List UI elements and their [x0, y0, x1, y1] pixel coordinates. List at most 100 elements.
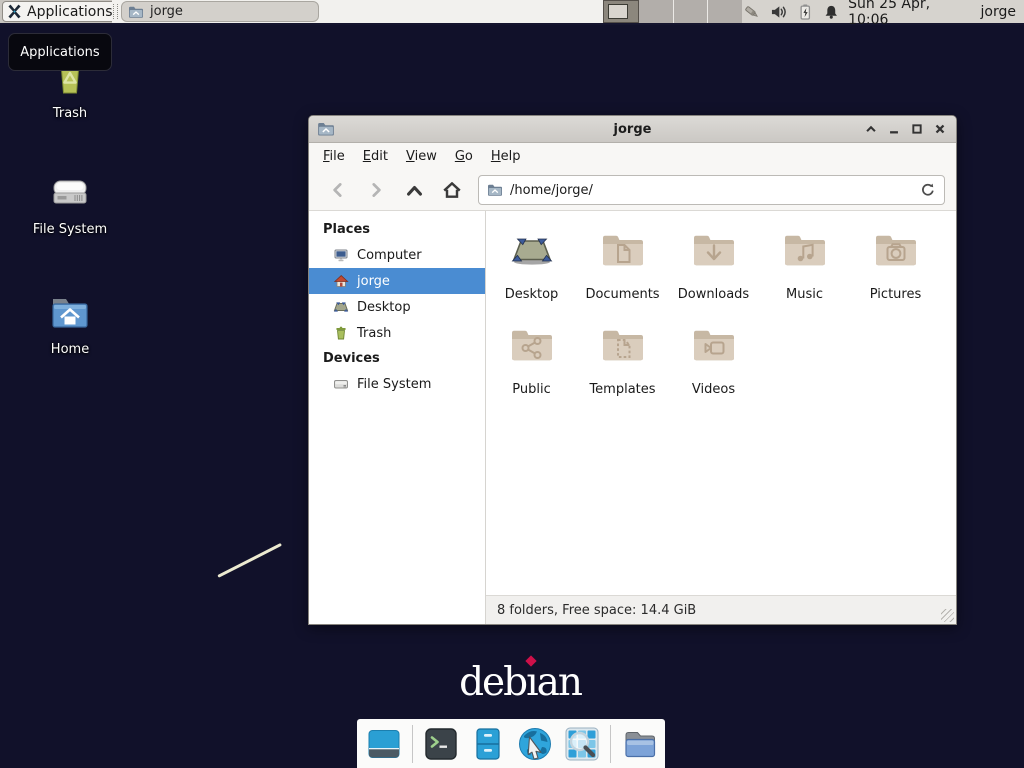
desktop-icon-label: Trash — [10, 106, 130, 121]
toolbar: /home/jorge/ — [309, 170, 956, 211]
statusbar: 8 folders, Free space: 14.4 GiB — [486, 595, 956, 624]
volume-icon[interactable] — [770, 3, 788, 21]
desktop-mini-icon — [333, 299, 349, 315]
panel-handle[interactable] — [113, 4, 118, 19]
folder-item-downloads[interactable]: Downloads — [668, 226, 759, 321]
dock — [357, 719, 665, 768]
documents-folder-icon — [599, 226, 647, 274]
battery-icon[interactable] — [797, 3, 814, 21]
folder-label: Public — [512, 382, 550, 397]
folder-item-videos[interactable]: Videos — [668, 321, 759, 416]
workspace-window-preview — [608, 4, 628, 19]
folder-label: Desktop — [505, 287, 559, 302]
bell-icon[interactable] — [823, 3, 840, 21]
file-manager-launcher[interactable] — [620, 725, 658, 763]
hard-drive-icon — [46, 168, 94, 218]
resize-grip[interactable] — [941, 609, 954, 622]
panel-clock[interactable]: Sun 25 Apr, 10:06 — [848, 0, 971, 28]
workspace-4[interactable] — [708, 0, 742, 23]
workspace-3[interactable] — [674, 0, 709, 23]
app-finder-icon — [563, 725, 601, 763]
sidebar-item-computer[interactable]: Computer — [309, 242, 485, 268]
templates-folder-icon — [599, 321, 647, 369]
folder-label: Templates — [589, 382, 655, 397]
folder-icon — [128, 4, 144, 20]
desktop-icon-label: Home — [10, 342, 130, 357]
sidebar-item-label: jorge — [357, 274, 390, 289]
forward-button[interactable] — [358, 175, 394, 205]
xfce-logo-icon — [7, 4, 22, 19]
taskbar-window-button[interactable]: jorge — [121, 1, 319, 22]
folder-item-music[interactable]: Music — [759, 226, 850, 321]
folder-item-documents[interactable]: Documents — [577, 226, 668, 321]
sidebar-item-desktop[interactable]: Desktop — [309, 294, 485, 320]
menu-view[interactable]: View — [397, 144, 446, 169]
show-desktop-button[interactable] — [365, 725, 403, 763]
desktop-icon-home[interactable]: Home — [10, 288, 130, 357]
sidebar-item-label: Trash — [357, 326, 391, 341]
sidebar-item-file-system[interactable]: File System — [309, 371, 485, 397]
workspace-1[interactable] — [603, 0, 639, 23]
folder-item-templates[interactable]: Templates — [577, 321, 668, 416]
menu-go[interactable]: Go — [446, 144, 482, 169]
pictures-folder-icon — [872, 226, 920, 274]
applications-button[interactable]: Applications — [2, 1, 121, 22]
trash-mini-icon — [333, 325, 349, 341]
sidebar-item-jorge[interactable]: jorge — [309, 268, 485, 294]
tooltip-text: Applications — [20, 45, 99, 60]
reload-icon[interactable] — [920, 182, 936, 198]
workspace-2[interactable] — [639, 0, 674, 23]
stylus-icon[interactable] — [742, 3, 761, 21]
devices-header: Devices — [309, 346, 485, 371]
folder-label: Music — [786, 287, 823, 302]
taskbar-window-label: jorge — [150, 4, 183, 19]
terminal-icon — [423, 726, 459, 762]
desktop-special-icon — [508, 226, 556, 274]
close-button[interactable] — [932, 121, 948, 137]
dock-separator — [610, 725, 611, 763]
menu-file[interactable]: File — [314, 144, 354, 169]
back-button[interactable] — [320, 175, 356, 205]
show-desktop-icon — [366, 726, 402, 762]
folder-item-pictures[interactable]: Pictures — [850, 226, 941, 321]
terminal-launcher[interactable] — [422, 725, 460, 763]
up-button[interactable] — [396, 175, 432, 205]
menu-edit[interactable]: Edit — [354, 144, 397, 169]
web-browser-launcher[interactable] — [516, 725, 554, 763]
maximize-button[interactable] — [909, 121, 925, 137]
status-text: 8 folders, Free space: 14.4 GiB — [497, 603, 696, 618]
sidebar-item-label: File System — [357, 377, 431, 392]
applications-label: Applications — [27, 4, 113, 20]
file-manager-window: jorge File Edit View Go Help — [308, 115, 957, 625]
file-view[interactable]: Desktop Documents — [486, 211, 956, 595]
debian-logo: debıan — [440, 660, 600, 705]
panel-username[interactable]: jorge — [981, 4, 1016, 20]
menu-help[interactable]: Help — [482, 144, 530, 169]
dock-separator — [412, 725, 413, 763]
path-text[interactable]: /home/jorge/ — [510, 183, 913, 198]
taskbar-segment: jorge — [112, 0, 603, 23]
debian-logo-text: an — [537, 660, 581, 705]
minimize-button[interactable] — [886, 121, 902, 137]
folder-item-public[interactable]: Public — [486, 321, 577, 416]
file-cabinet-launcher[interactable] — [469, 725, 507, 763]
folder-label: Downloads — [678, 287, 749, 302]
titlebar[interactable]: jorge — [309, 116, 956, 143]
shade-button[interactable] — [863, 121, 879, 137]
file-manager-icon — [621, 726, 657, 762]
web-browser-icon — [516, 725, 554, 763]
path-bar[interactable]: /home/jorge/ — [478, 175, 945, 205]
folder-item-desktop[interactable]: Desktop — [486, 226, 577, 321]
places-header: Places — [309, 217, 485, 242]
app-finder-launcher[interactable] — [563, 725, 601, 763]
desktop-icon-file-system[interactable]: File System — [10, 168, 130, 237]
stray-line-artifact — [217, 543, 282, 578]
home-button[interactable] — [434, 175, 470, 205]
sidebar-item-trash[interactable]: Trash — [309, 320, 485, 346]
public-folder-icon — [508, 321, 556, 369]
folder-label: Documents — [585, 287, 659, 302]
home-folder-icon — [44, 288, 96, 338]
desktop-icon-label: File System — [10, 222, 130, 237]
debian-logo-text: deb — [459, 660, 526, 705]
folder-label: Pictures — [870, 287, 921, 302]
